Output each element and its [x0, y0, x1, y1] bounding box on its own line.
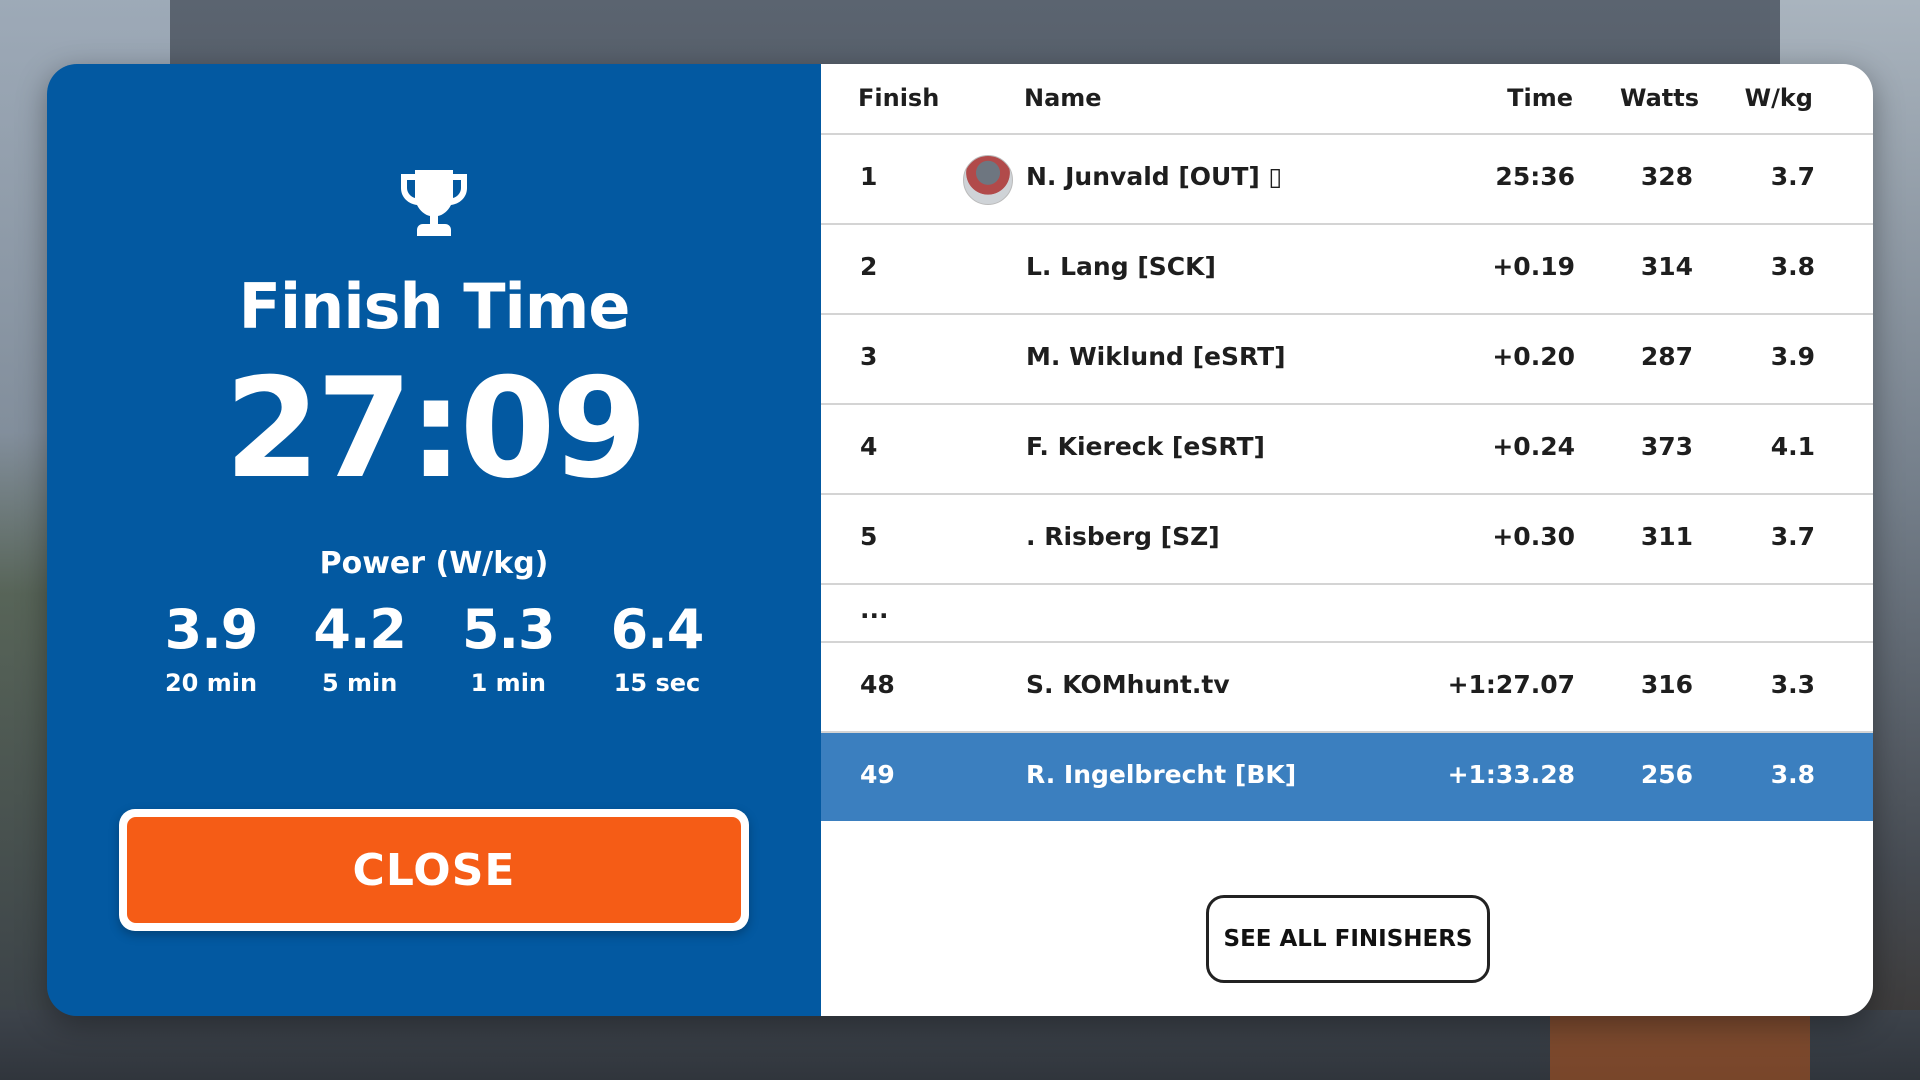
- row-watts: 311: [1640, 522, 1693, 551]
- row-name: N. Junvald [OUT] ▯: [1026, 162, 1283, 191]
- summary-panel: Finish Time 27:09 Power (W/kg) 3.9 20 mi…: [47, 64, 821, 1016]
- table-row[interactable]: 4 F. Kiereck [eSRT] +0.24 373 4.1: [821, 405, 1873, 495]
- table-row[interactable]: 48 S. KOMhunt.tv +1:27.07 316 3.3: [821, 643, 1873, 733]
- power-duration: 5 min: [321, 669, 398, 698]
- power-stat-5min: 4.2 5 min: [286, 598, 434, 698]
- row-name: S. KOMhunt.tv: [1026, 670, 1230, 699]
- see-all-finishers-button[interactable]: SEE ALL FINISHERS: [1206, 895, 1490, 983]
- finish-time-title: Finish Time: [238, 270, 631, 343]
- results-modal: Finish Time 27:09 Power (W/kg) 3.9 20 mi…: [47, 64, 1873, 1016]
- header-watts: Watts: [1619, 84, 1699, 112]
- row-time: +0.20: [1492, 342, 1575, 371]
- avatar: [963, 155, 1013, 205]
- results-table: Finish Name Time Watts W/kg 1 N. Junvald…: [821, 64, 1873, 1016]
- close-button[interactable]: CLOSE: [119, 809, 749, 931]
- ellipsis-text: ...: [860, 595, 889, 624]
- power-duration: 1 min: [470, 669, 546, 698]
- row-watts: 373: [1640, 432, 1693, 461]
- row-position: 1: [860, 162, 878, 191]
- row-watts: 316: [1640, 670, 1693, 699]
- row-wkg: 3.8: [1770, 252, 1815, 281]
- row-wkg: 3.9: [1770, 342, 1815, 371]
- finish-time-value: 27:09: [224, 348, 647, 509]
- row-name: F. Kiereck [eSRT]: [1026, 432, 1265, 461]
- row-time: +1:27.07: [1447, 670, 1575, 699]
- header-finish: Finish: [858, 84, 940, 112]
- table-row[interactable]: 3 M. Wiklund [eSRT] +0.20 287 3.9: [821, 315, 1873, 405]
- row-name: L. Lang [SCK]: [1026, 252, 1216, 281]
- close-button-label[interactable]: CLOSE: [127, 817, 741, 923]
- power-value: 6.4: [610, 598, 705, 661]
- trophy-icon: [401, 170, 467, 236]
- header-time: Time: [1507, 84, 1573, 112]
- table-row-current-user[interactable]: 49 R. Ingelbrecht [BK] +1:33.28 256 3.8: [821, 733, 1873, 821]
- row-position: 49: [860, 760, 895, 789]
- table-row[interactable]: 1 N. Junvald [OUT] ▯ 25:36 328 3.7: [821, 135, 1873, 225]
- power-value: 4.2: [313, 598, 407, 661]
- table-row[interactable]: 5 . Risberg [SZ] +0.30 311 3.7: [821, 495, 1873, 585]
- header-wkg: W/kg: [1744, 84, 1813, 112]
- table-row[interactable]: 2 L. Lang [SCK] +0.19 314 3.8: [821, 225, 1873, 315]
- row-wkg: 3.7: [1770, 162, 1815, 191]
- row-watts: 328: [1640, 162, 1693, 191]
- header-name: Name: [1024, 84, 1102, 112]
- row-name: M. Wiklund [eSRT]: [1026, 342, 1286, 371]
- power-title: Power (W/kg): [319, 546, 549, 581]
- power-stat-1min: 5.3 1 min: [434, 598, 582, 698]
- row-position: 2: [860, 252, 878, 281]
- row-position: 48: [860, 670, 895, 699]
- table-header: Finish Name Time Watts W/kg: [821, 64, 1873, 135]
- row-wkg: 3.3: [1770, 670, 1815, 699]
- power-stat-20min: 3.9 20 min: [137, 598, 285, 698]
- row-watts: 287: [1640, 342, 1693, 371]
- power-value: 3.9: [164, 598, 259, 661]
- row-time: 25:36: [1495, 162, 1575, 191]
- row-time: +0.30: [1492, 522, 1575, 551]
- row-time: +0.24: [1492, 432, 1575, 461]
- power-stats: 3.9 20 min 4.2 5 min 5.3 1 min 6.4 15 se…: [137, 598, 731, 698]
- row-watts: 314: [1640, 252, 1693, 281]
- power-duration: 15 sec: [613, 669, 701, 698]
- table-gap-row: ...: [821, 585, 1873, 643]
- row-watts: 256: [1640, 760, 1693, 789]
- row-name: . Risberg [SZ]: [1026, 522, 1220, 551]
- row-position: 3: [860, 342, 878, 371]
- row-time: +0.19: [1492, 252, 1575, 281]
- power-stat-15sec: 6.4 15 sec: [583, 598, 731, 698]
- row-position: 5: [860, 522, 878, 551]
- power-duration: 20 min: [164, 669, 258, 698]
- row-wkg: 3.7: [1770, 522, 1815, 551]
- row-wkg: 4.1: [1770, 432, 1815, 461]
- row-wkg: 3.8: [1770, 760, 1815, 789]
- row-position: 4: [860, 432, 878, 461]
- power-value: 5.3: [461, 598, 556, 661]
- row-name: R. Ingelbrecht [BK]: [1026, 760, 1297, 789]
- row-time: +1:33.28: [1447, 760, 1575, 789]
